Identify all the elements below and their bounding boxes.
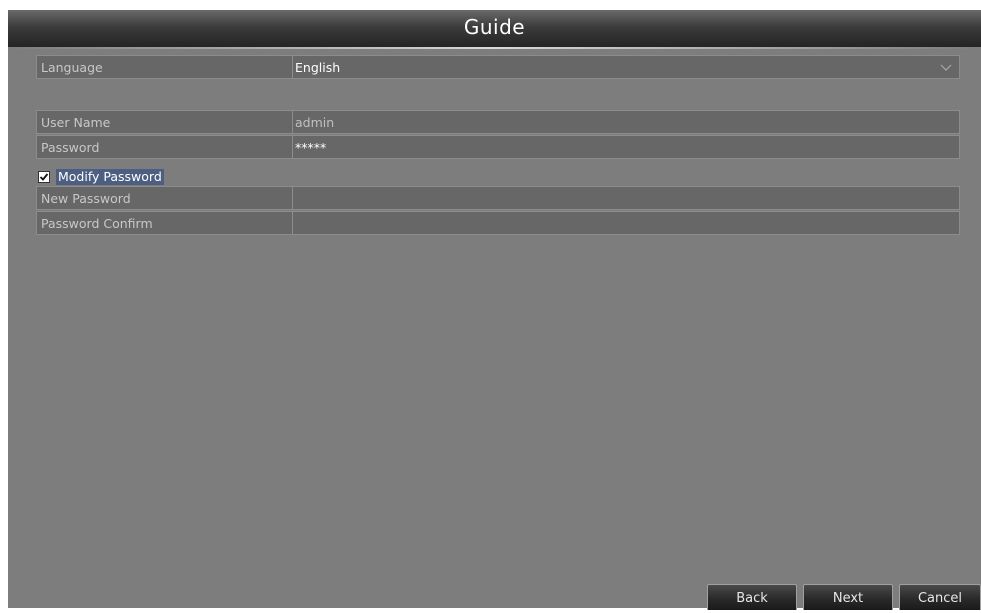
language-label: Language [41,60,103,75]
password-confirm-row: Password Confirm [36,211,960,235]
title-divider [8,47,981,49]
new-password-row: New Password [36,186,960,210]
checkbox-checked-icon[interactable] [38,171,50,183]
modify-password-label[interactable]: Modify Password [56,169,164,185]
language-select[interactable]: English [292,56,959,78]
cancel-button[interactable]: Cancel [899,584,981,610]
user-name-label: User Name [41,115,111,130]
language-value: English [295,60,341,75]
dialog-title: Guide [8,10,981,47]
language-row: Language English [36,55,960,79]
modify-password-checkbox[interactable]: Modify Password [38,168,164,186]
user-name-row: User Name admin [36,110,960,134]
password-field[interactable]: ***** [292,136,959,158]
password-confirm-label: Password Confirm [41,216,153,231]
chevron-down-icon[interactable] [939,59,953,75]
next-button[interactable]: Next [803,584,893,610]
password-confirm-field[interactable] [292,212,959,234]
new-password-label: New Password [41,191,131,206]
user-name-field: admin [292,111,959,133]
new-password-field[interactable] [292,187,959,209]
password-row: Password ***** [36,135,960,159]
back-button[interactable]: Back [707,584,797,610]
password-label: Password [41,140,100,155]
guide-dialog: Guide Language English User Name admin P… [8,10,981,610]
